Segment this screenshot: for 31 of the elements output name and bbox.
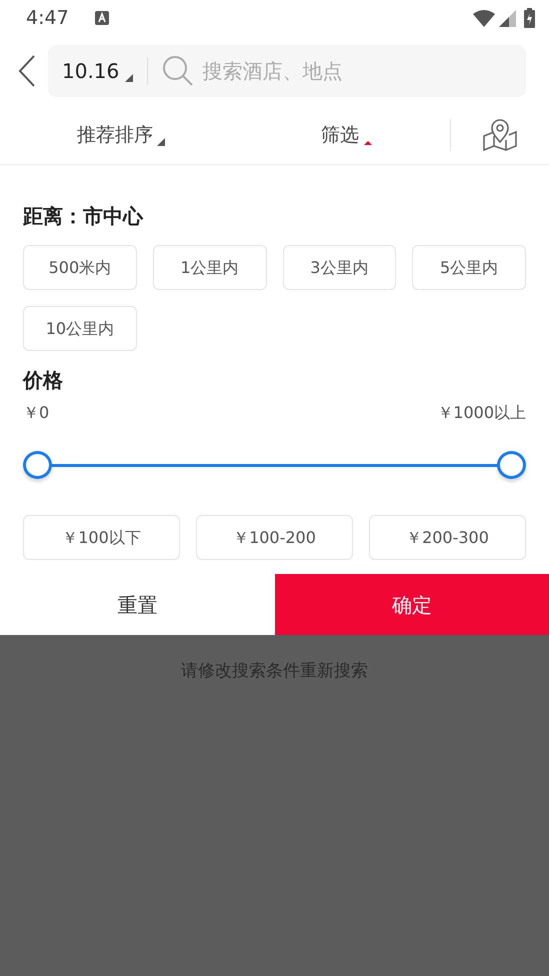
keyboard-icon — [94, 11, 109, 25]
section-title: 距离：市中心 — [23, 203, 144, 230]
battery-icon — [524, 8, 535, 28]
status-time: 4:47 — [26, 6, 69, 31]
filter-chip[interactable]: 3公里内 — [282, 245, 396, 290]
search-field[interactable]: 10.16 搜索酒店、地点 — [48, 45, 526, 97]
confirm-button[interactable]: 确定 — [274, 574, 549, 635]
caret-icon — [125, 74, 134, 82]
sort-tab[interactable]: 推荐排序 — [77, 120, 167, 150]
filter-chip[interactable]: ￥100以下 — [23, 515, 180, 560]
filter-chip[interactable]: 10公里内 — [23, 306, 137, 351]
filter-chip[interactable]: ￥200-300 — [369, 515, 526, 560]
map-pin-icon[interactable] — [483, 119, 517, 151]
slider-thumb[interactable] — [497, 451, 526, 479]
filter-chip[interactable]: 1公里内 — [152, 245, 266, 290]
filter-chip[interactable]: 500米内 — [23, 245, 137, 290]
min-price-label: ￥0 — [23, 402, 50, 424]
filter-chip[interactable]: 5公里内 — [412, 245, 526, 290]
wifi-icon — [473, 10, 495, 26]
slider-thumb[interactable] — [23, 451, 52, 479]
caret-icon — [363, 138, 373, 146]
reset-button[interactable]: 重置 — [0, 574, 274, 635]
signal-icon — [499, 10, 516, 26]
filter-chip[interactable]: ￥100-200 — [196, 515, 353, 560]
section-title: 价格 — [23, 367, 64, 394]
caret-icon — [157, 138, 167, 146]
sort-tab[interactable]: 筛选 — [321, 120, 373, 150]
search-icon — [162, 55, 194, 87]
max-price-label: ￥1000以上 — [437, 402, 526, 424]
back-icon[interactable] — [18, 55, 36, 87]
date-dropdown[interactable]: 10.16 — [62, 56, 134, 86]
